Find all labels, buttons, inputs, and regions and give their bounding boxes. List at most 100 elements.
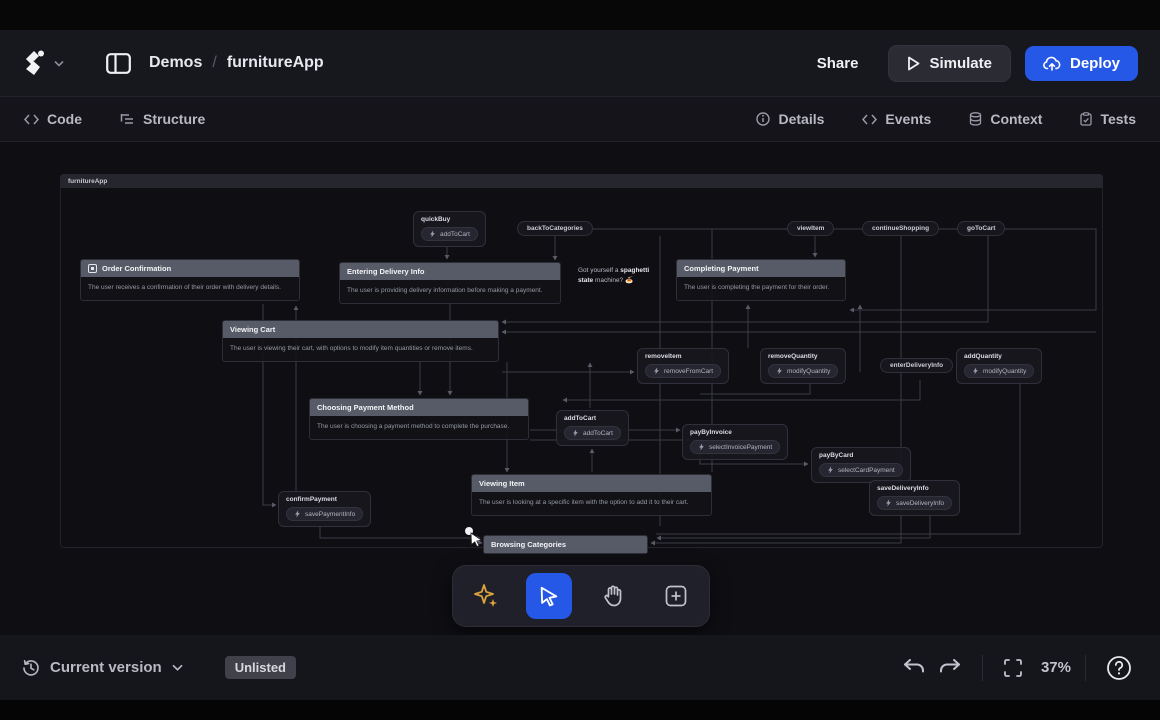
tab-code-label: Code xyxy=(47,111,82,127)
event-label: backToCategories xyxy=(517,221,593,236)
state-description: The user receives a confirmation of thei… xyxy=(81,277,299,300)
event-node-removeQuantity[interactable]: removeQuantity modifyQuantity xyxy=(760,348,846,384)
event-label: removeItem xyxy=(645,353,721,360)
tab-context[interactable]: Context xyxy=(969,111,1042,127)
state-node-choosing-payment-method[interactable]: Choosing Payment MethodThe user is choos… xyxy=(309,398,529,440)
event-node-goToCart[interactable]: goToCart xyxy=(957,221,1005,236)
state-description: The user is choosing a payment method to… xyxy=(310,416,528,439)
state-title: Completing Payment xyxy=(677,260,845,277)
state-title: Viewing Item xyxy=(472,475,711,492)
version-menu[interactable]: Current version xyxy=(22,659,183,677)
tab-events[interactable]: Events xyxy=(862,111,931,127)
stately-logo-icon xyxy=(22,50,46,76)
add-state-button[interactable] xyxy=(653,573,699,619)
event-label: goToCart xyxy=(957,221,1005,236)
state-description: The user is providing delivery informati… xyxy=(340,280,560,303)
tree-list-icon xyxy=(120,113,135,125)
event-node-viewItem[interactable]: viewItem xyxy=(787,221,834,236)
action-pill[interactable]: savePaymentInfo xyxy=(286,507,363,521)
action-pill[interactable]: addToCart xyxy=(421,227,478,241)
sidebar-toggle-button[interactable] xyxy=(106,53,131,74)
plus-square-icon xyxy=(665,585,687,607)
tab-details-label: Details xyxy=(778,111,824,127)
state-node-completing-payment[interactable]: Completing PaymentThe user is completing… xyxy=(676,259,846,301)
breadcrumb-machine[interactable]: furnitureApp xyxy=(227,54,324,72)
deploy-button[interactable]: Deploy xyxy=(1025,46,1138,81)
code-icon xyxy=(24,114,39,125)
action-pill[interactable]: modifyQuantity xyxy=(768,364,838,378)
info-icon xyxy=(756,112,770,126)
chevron-down-icon xyxy=(172,664,183,671)
event-label: removeQuantity xyxy=(768,353,838,360)
event-node-addToCart[interactable]: addToCart addToCart xyxy=(556,410,629,446)
ai-generate-button[interactable] xyxy=(463,573,509,619)
state-title: Browsing Categories xyxy=(484,536,647,553)
state-node-viewing-item[interactable]: Viewing ItemThe user is looking at a spe… xyxy=(471,474,712,516)
event-label: viewItem xyxy=(787,221,834,236)
help-button[interactable] xyxy=(1100,649,1138,687)
tab-tests-label: Tests xyxy=(1100,111,1136,127)
event-node-confirmPayment[interactable]: confirmPaymentsavePaymentInfo xyxy=(278,491,371,527)
undo-button[interactable] xyxy=(896,653,932,683)
zoom-level[interactable]: 37% xyxy=(1041,659,1071,676)
state-node-order-confirmation[interactable]: Order ConfirmationThe user receives a co… xyxy=(80,259,300,301)
diagram-canvas[interactable]: furnitureApp Order ConfirmationThe user … xyxy=(0,142,1160,635)
event-node-payByCard[interactable]: payByCard selectCardPayment xyxy=(811,447,911,483)
pan-tool-button[interactable] xyxy=(590,573,636,619)
history-clock-icon xyxy=(22,659,40,677)
action-pill[interactable]: modifyQuantity xyxy=(964,364,1034,378)
tab-code[interactable]: Code xyxy=(24,111,82,127)
state-title: Entering Delivery Info xyxy=(340,263,560,280)
state-description: The user is looking at a specific item w… xyxy=(472,492,711,515)
action-pill[interactable]: addToCart xyxy=(564,426,621,440)
event-node-continueShopping[interactable]: continueShopping xyxy=(862,221,939,236)
event-label: continueShopping xyxy=(862,221,939,236)
event-node-removeItem[interactable]: removeItem removeFromCart xyxy=(637,348,729,384)
share-button[interactable]: Share xyxy=(817,55,859,72)
redo-button[interactable] xyxy=(932,653,968,683)
annotation-note[interactable]: Got yourself a spaghetti state machine? … xyxy=(578,266,650,287)
cloud-upload-icon xyxy=(1043,56,1061,71)
action-pill[interactable]: saveDeliveryInfo xyxy=(877,496,952,510)
event-node-enterDeliveryInfo[interactable]: enterDeliveryInfo xyxy=(880,358,953,373)
code-brackets-icon xyxy=(862,114,877,125)
action-pill[interactable]: removeFromCart xyxy=(645,364,721,378)
top-letterbox xyxy=(0,0,1160,30)
breadcrumb-project[interactable]: Demos xyxy=(149,54,202,72)
fit-view-button[interactable] xyxy=(997,652,1029,684)
tab-details[interactable]: Details xyxy=(756,111,824,127)
status-bar: Current version Unlisted 37% xyxy=(0,635,1160,700)
event-label: addQuantity xyxy=(964,353,1034,360)
simulate-button[interactable]: Simulate xyxy=(888,45,1011,82)
tab-context-label: Context xyxy=(990,111,1042,127)
tab-structure[interactable]: Structure xyxy=(120,111,205,127)
state-node-entering-delivery-info[interactable]: Entering Delivery InfoThe user is provid… xyxy=(339,262,561,304)
event-node-backToCategories[interactable]: backToCategories xyxy=(517,221,593,236)
event-node-quickBuy[interactable]: quickBuy addToCart xyxy=(413,211,486,247)
event-node-addQuantity[interactable]: addQuantity modifyQuantity xyxy=(956,348,1042,384)
select-tool-button[interactable] xyxy=(526,573,572,619)
event-label: quickBuy xyxy=(421,216,478,223)
state-node-viewing-cart[interactable]: Viewing CartThe user is viewing their ca… xyxy=(222,320,499,362)
chevron-down-icon xyxy=(54,60,64,67)
play-icon xyxy=(907,56,920,71)
bottom-letterbox xyxy=(0,700,1160,720)
final-state-icon xyxy=(88,264,97,273)
action-pill[interactable]: selectCardPayment xyxy=(819,463,903,477)
stately-logo-menu[interactable] xyxy=(22,50,64,76)
simulate-label: Simulate xyxy=(929,55,992,72)
tab-tests[interactable]: Tests xyxy=(1080,111,1136,127)
breadcrumb: Demos / furnitureApp xyxy=(149,54,324,72)
event-label: addToCart xyxy=(564,415,621,422)
event-node-payByInvoice[interactable]: payByInvoice selectInvoicePayment xyxy=(682,424,788,460)
event-label: enterDeliveryInfo xyxy=(880,358,953,373)
state-node-browsing-categories[interactable]: Browsing Categories xyxy=(483,535,648,554)
action-pill[interactable]: selectInvoicePayment xyxy=(690,440,780,454)
event-label: payByCard xyxy=(819,452,903,459)
sparkles-icon xyxy=(473,583,499,609)
machine-header[interactable]: furnitureApp xyxy=(60,174,1103,188)
visibility-badge: Unlisted xyxy=(225,656,296,679)
event-node-saveDeliveryInfo[interactable]: saveDeliveryInfosaveDeliveryInfo xyxy=(869,480,960,516)
event-label: payByInvoice xyxy=(690,429,780,436)
app-header: Demos / furnitureApp Share Simulate Depl… xyxy=(0,30,1160,97)
